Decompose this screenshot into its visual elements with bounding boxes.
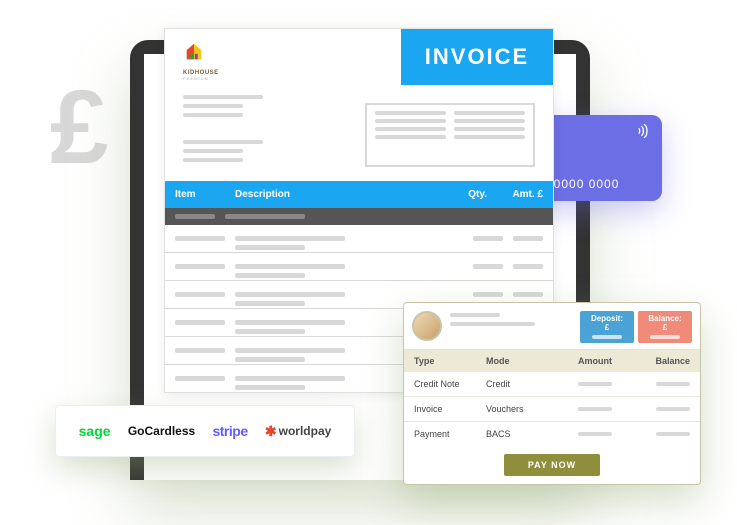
- col-balance: Balance: [612, 356, 690, 366]
- payment-row: Invoice Vouchers: [404, 397, 700, 422]
- provider-worldpay: ✱worldpay: [265, 423, 331, 440]
- provider-gocardless: GoCardless: [128, 424, 195, 438]
- pay-now-button[interactable]: PAY NOW: [504, 454, 600, 476]
- table-row: [165, 253, 553, 281]
- invoice-table-header: Item Description Qty. Amt. £: [165, 181, 553, 208]
- balance-pill: Balance: £: [638, 311, 692, 343]
- billing-address: [183, 95, 313, 167]
- invoice-subheader: [165, 208, 553, 225]
- invoice-meta-box: [365, 103, 535, 167]
- provider-stripe: stripe: [212, 423, 247, 439]
- payment-providers-card: sage GoCardless stripe ✱worldpay: [55, 405, 355, 457]
- col-amt: Amt. £: [487, 189, 543, 200]
- payment-table-header: Type Mode Amount Balance: [404, 350, 700, 372]
- payment-row: Credit Note Credit: [404, 372, 700, 397]
- worldpay-icon: ✱: [265, 423, 277, 440]
- contactless-icon: [636, 123, 652, 142]
- col-type: Type: [414, 356, 486, 366]
- payment-row: Payment BACS: [404, 422, 700, 446]
- payment-panel: Deposit: £ Balance: £ Type Mode Amount B…: [403, 302, 701, 485]
- col-mode: Mode: [486, 356, 552, 366]
- col-amount: Amount: [552, 356, 612, 366]
- col-item: Item: [175, 189, 235, 200]
- logo-subtitle: PREMIUM: [183, 76, 219, 81]
- col-qty: Qty.: [439, 189, 487, 200]
- company-logo: KIDHOUSE PREMIUM: [165, 29, 219, 81]
- col-description: Description: [235, 189, 439, 200]
- table-row: [165, 225, 553, 253]
- provider-sage: sage: [79, 423, 111, 439]
- deposit-pill: Deposit: £: [580, 311, 634, 343]
- invoice-badge: INVOICE: [401, 29, 553, 85]
- customer-avatar: [412, 311, 442, 341]
- customer-info: [450, 311, 572, 331]
- pound-symbol: £: [50, 75, 108, 180]
